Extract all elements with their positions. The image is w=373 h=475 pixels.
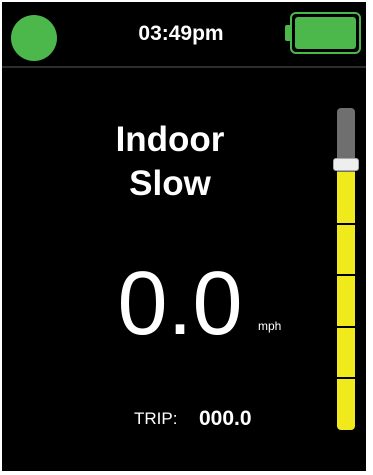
speed-value: 0.0 (117, 254, 243, 354)
status-indicator (11, 15, 57, 61)
trip-label: TRIP: (134, 409, 178, 428)
drive-mode: Indoor Slow (80, 118, 260, 206)
drive-mode-line1: Indoor (115, 120, 225, 159)
speed-unit: mph (258, 319, 282, 333)
scooter-display: 03:49pm Indoor Slow 0.0 mph TRIP: 000.0 (2, 2, 366, 471)
speed-slider[interactable] (337, 108, 355, 430)
speed-slider-segment-divider (337, 223, 355, 225)
battery-body (290, 12, 361, 54)
status-bar: 03:49pm (2, 2, 366, 64)
battery-icon (285, 12, 361, 54)
header-divider (2, 66, 366, 68)
speed-slider-fill (337, 172, 355, 430)
speed-slider-segment-divider (337, 326, 355, 328)
trip-value: 000.0 (199, 407, 252, 430)
speed-slider-segment-divider (337, 274, 355, 276)
battery-level-fill (295, 17, 356, 49)
speed-slider-segment-divider (337, 377, 355, 379)
drive-mode-line2: Slow (129, 164, 211, 203)
clock: 03:49pm (138, 22, 224, 45)
speed-slider-handle[interactable] (333, 158, 359, 171)
